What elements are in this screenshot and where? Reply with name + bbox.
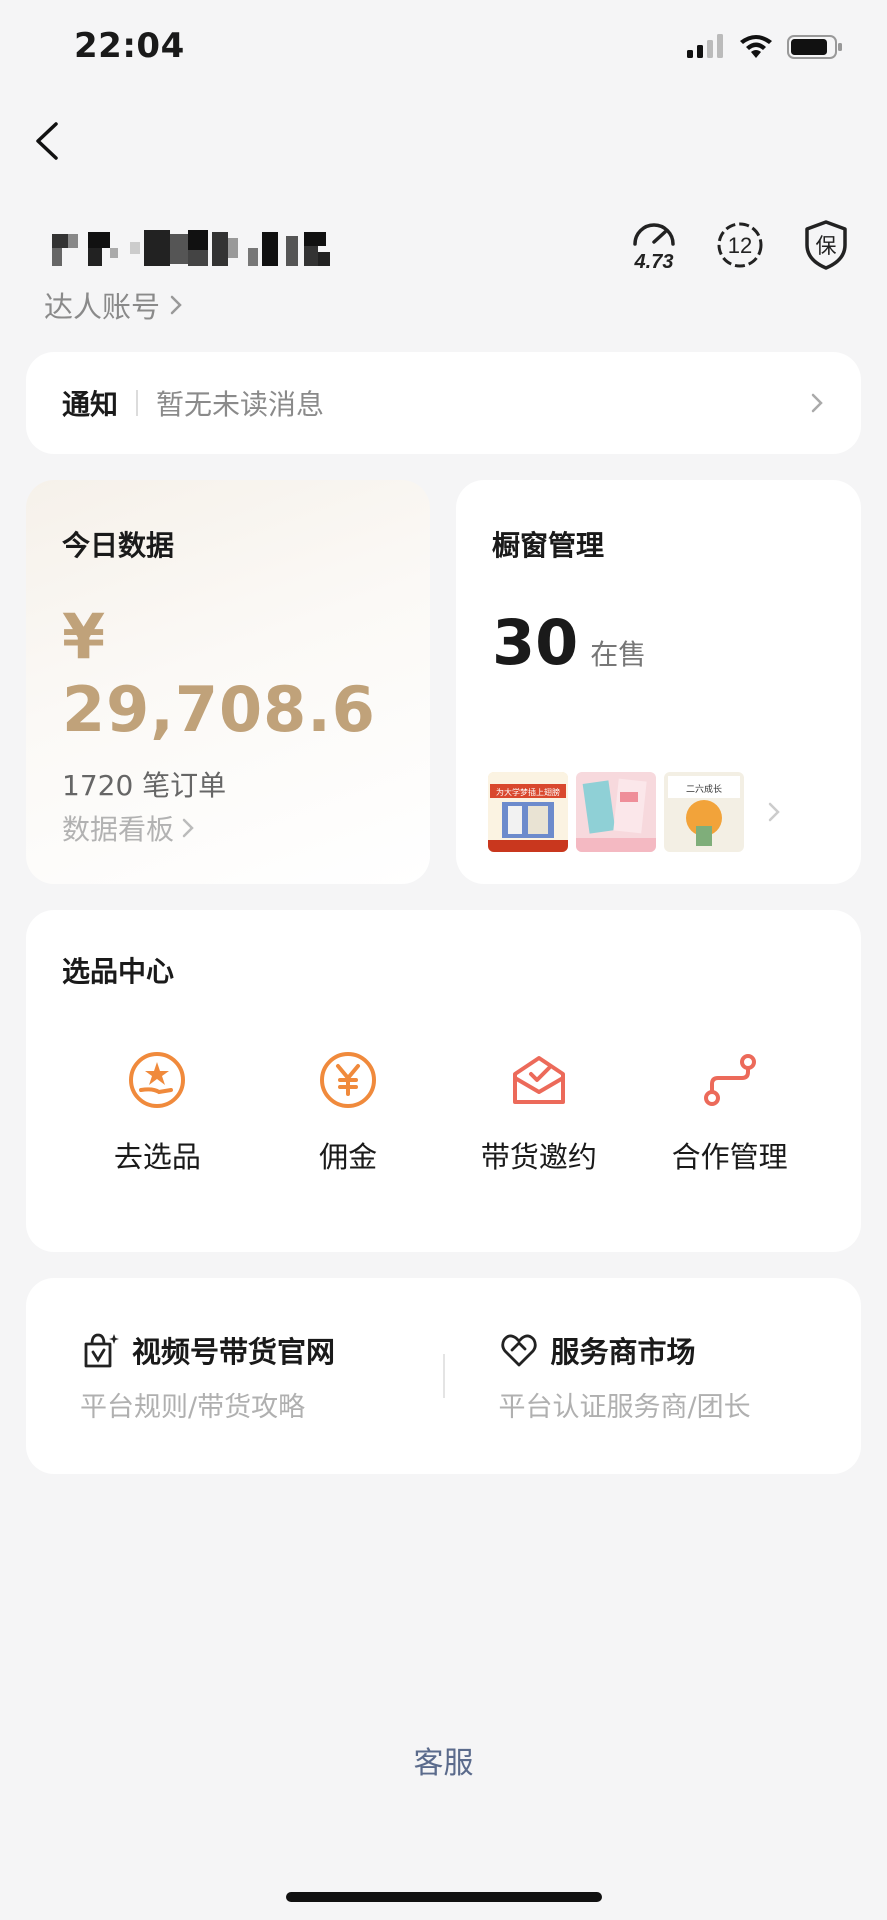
pick-item-label: 佣金 [319, 1140, 378, 1174]
pick-item-label: 去选品 [113, 1140, 201, 1174]
pick-item-select-products[interactable]: 去选品 [72, 1048, 242, 1176]
shopping-bag-sparkle-icon [84, 1333, 119, 1367]
rating-value: 4.73 [634, 251, 674, 272]
notice-bar[interactable]: 通知 暂无未读消息 [26, 352, 861, 454]
customer-service-link[interactable]: 客服 [0, 1738, 887, 1782]
account-name-pixelated [52, 228, 346, 272]
link-head: 服务商市场 [499, 1329, 862, 1371]
link-subtitle: 平台认证服务商/团长 [498, 1391, 751, 1423]
link-title: 服务商市场 [550, 1334, 696, 1369]
window-title: 橱窗管理 [492, 529, 605, 562]
hand-star-icon [129, 1052, 186, 1108]
pick-item-invitations[interactable]: 带货邀约 [454, 1048, 624, 1176]
data-dashboard-link[interactable]: 数据看板 [62, 808, 196, 848]
notice-title: 通知 [62, 388, 119, 421]
window-count-row: 30 在售 [492, 606, 825, 679]
home-indicator [286, 1892, 602, 1902]
pick-center-card: 选品中心 去选品 佣金 带货邀约 合作管理 [26, 910, 861, 1252]
header-icons: 4.73 12 保 [629, 218, 851, 273]
back-button[interactable] [28, 116, 68, 166]
rating-gauge[interactable]: 4.73 [629, 218, 679, 273]
chevron-right-icon[interactable] [764, 797, 784, 827]
link-title: 视频号带货官网 [132, 1334, 336, 1369]
pick-center-items: 去选品 佣金 带货邀约 合作管理 [26, 1048, 861, 1176]
heart-handshake-icon [500, 1334, 537, 1366]
today-data-card[interactable]: 今日数据 ¥ 29,708.6 1720 笔订单 数据看板 [26, 480, 430, 884]
today-orders: 1720 笔订单 [62, 769, 227, 802]
chevron-right-icon [182, 818, 194, 838]
window-count: 30 [492, 606, 579, 679]
pick-item-commission[interactable]: 佣金 [263, 1048, 433, 1176]
chevron-left-icon [36, 122, 58, 160]
status-icons [687, 34, 843, 60]
pick-item-label: 带货邀约 [480, 1140, 597, 1174]
credit-badge[interactable]: 12 [715, 218, 765, 272]
product-thumbnail[interactable]: 为大学梦插上翅膀 [488, 772, 568, 852]
window-count-label: 在售 [590, 638, 647, 671]
product-thumbnails: 为大学梦插上翅膀 二六成长 [488, 772, 784, 852]
route-icon [703, 1054, 756, 1106]
today-data-title: 今日数据 [62, 529, 175, 562]
pick-center-title: 选品中心 [62, 955, 175, 988]
product-thumbnail[interactable]: 二六成长 [664, 772, 744, 852]
battery-icon [787, 35, 842, 59]
account-type-link[interactable]: 达人账号 [44, 284, 184, 326]
pick-item-label: 合作管理 [671, 1140, 788, 1174]
data-dashboard-label: 数据看板 [62, 813, 175, 846]
product-thumbnail[interactable] [576, 772, 656, 852]
thumbnail-caption: 二六成长 [686, 783, 722, 795]
status-time: 22:04 [74, 26, 185, 66]
speedometer-icon: 4.73 [633, 223, 675, 273]
link-service-market[interactable]: 服务商市场 平台认证服务商/团长 [445, 1329, 862, 1424]
account-type-label: 达人账号 [44, 290, 161, 324]
thumbnail-caption: 为大学梦插上翅膀 [496, 787, 560, 797]
signal-icon [687, 34, 723, 58]
notice-divider [136, 390, 139, 416]
window-management-card[interactable]: 橱窗管理 30 在售 为大学梦插上翅膀 二六成长 [456, 480, 861, 884]
link-head: 视频号带货官网 [80, 1329, 443, 1371]
notice-text: 暂无未读消息 [156, 388, 325, 421]
dashed-circle-number-icon: 12 [717, 222, 763, 268]
chevron-right-icon [811, 393, 823, 413]
link-official-site[interactable]: 视频号带货官网 平台规则/带货攻略 [26, 1329, 443, 1424]
wifi-icon [740, 35, 772, 58]
badge-number: 12 [728, 233, 752, 258]
pick-item-cooperation[interactable]: 合作管理 [645, 1048, 815, 1176]
link-subtitle: 平台规则/带货攻略 [80, 1391, 306, 1423]
yen-coin-icon [320, 1052, 377, 1108]
guarantee-badge[interactable]: 保 [801, 218, 851, 272]
envelope-check-icon [512, 1056, 565, 1104]
links-card: 视频号带货官网 平台规则/带货攻略 服务商市场 平台认证服务商/团长 [26, 1278, 861, 1474]
status-bar: 22:04 [0, 0, 887, 100]
shield-icon: 保 [805, 220, 847, 270]
today-amount: ¥ 29,708.6 [62, 600, 376, 746]
chevron-right-icon [170, 295, 182, 315]
guarantee-label: 保 [816, 234, 837, 258]
